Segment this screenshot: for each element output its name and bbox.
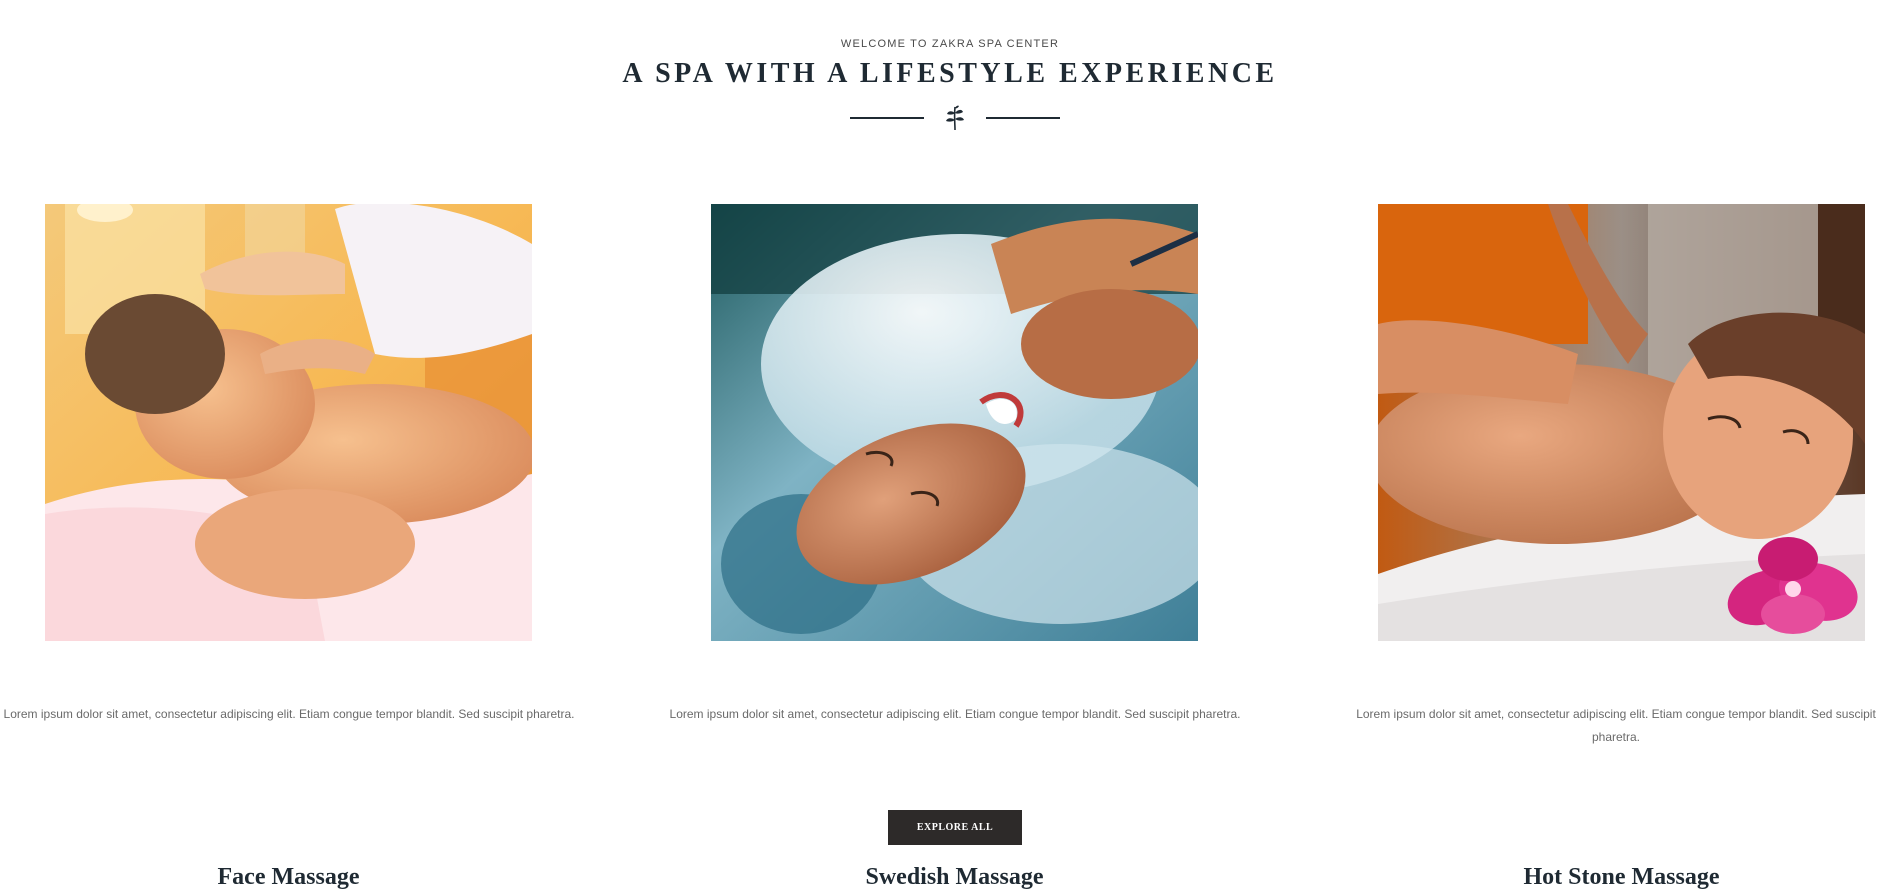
divider-line-left <box>850 117 924 119</box>
service-title: Hot Stone Massage <box>1523 864 1720 890</box>
service-image-face-massage[interactable] <box>45 204 532 641</box>
title-divider <box>850 103 1060 133</box>
leaf-icon <box>946 105 964 131</box>
service-image-hot-stone-massage[interactable] <box>1378 204 1865 641</box>
explore-all-button[interactable]: EXPLORE ALL <box>888 810 1022 845</box>
service-description: Lorem ipsum dolor sit amet, consectetur … <box>669 707 1241 721</box>
section-title: A SPA WITH A LIFESTYLE EXPERIENCE <box>622 58 1278 89</box>
service-image-swedish-massage[interactable] <box>711 204 1198 641</box>
service-title: Face Massage <box>217 864 360 890</box>
divider-line-right <box>986 117 1060 119</box>
section-eyebrow: WELCOME TO ZAKRA SPA CENTER <box>840 38 1060 50</box>
service-description: Lorem ipsum dolor sit amet, consectetur … <box>3 707 575 721</box>
service-description: Lorem ipsum dolor sit amet, consectetur … <box>1356 707 1876 744</box>
service-title: Swedish Massage <box>865 864 1044 890</box>
